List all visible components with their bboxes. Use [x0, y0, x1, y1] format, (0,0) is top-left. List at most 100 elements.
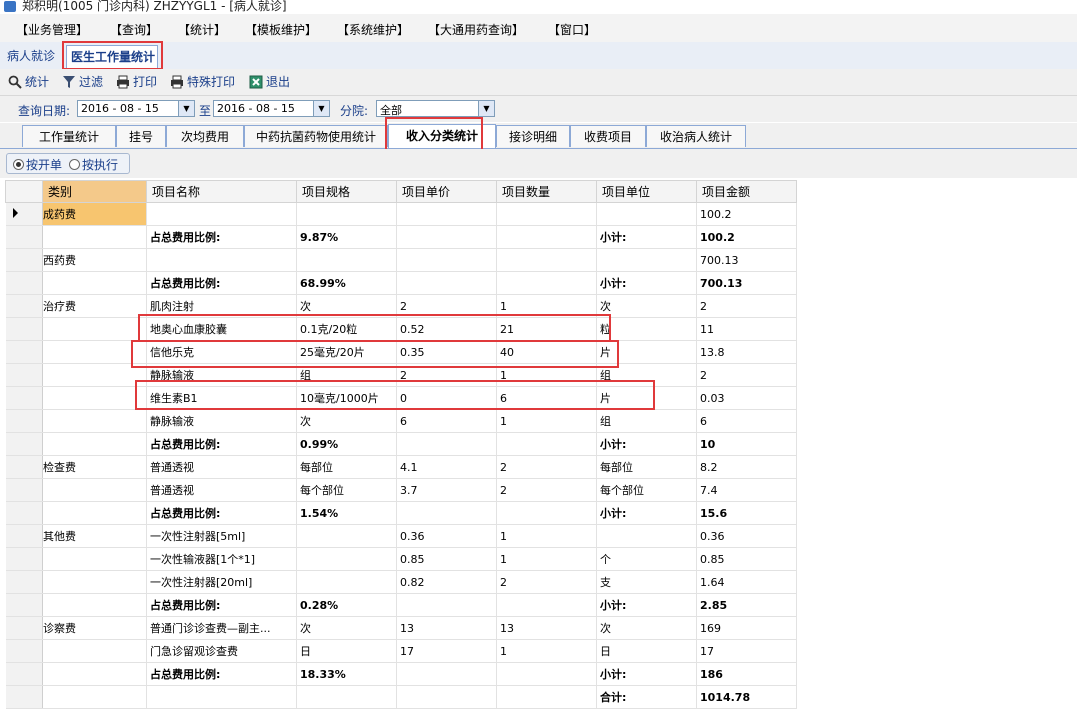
table-cell[interactable]: [296, 570, 397, 594]
column-header-item-name[interactable]: 项目名称: [146, 180, 297, 203]
table-cell[interactable]: 一次性输液器[1个*1]: [146, 547, 297, 571]
table-cell[interactable]: [596, 248, 697, 272]
column-header-category[interactable]: 类别: [42, 180, 147, 203]
table-cell[interactable]: 0.85: [696, 547, 797, 571]
table-row[interactable]: 占总费用比例: 0.28% 小计: 2.85: [5, 593, 797, 617]
tab-workload[interactable]: 工作量统计: [22, 125, 116, 147]
table-cell[interactable]: 100.2: [696, 202, 797, 226]
table-cell[interactable]: [396, 685, 497, 709]
row-selector[interactable]: [5, 363, 43, 387]
table-cell[interactable]: 10: [696, 432, 797, 456]
table-cell[interactable]: 100.2: [696, 225, 797, 249]
table-cell[interactable]: 占总费用比例:: [146, 662, 297, 686]
row-selector[interactable]: [5, 340, 43, 364]
table-cell[interactable]: 成药费: [42, 202, 147, 226]
tab-charge-items[interactable]: 收费项目: [570, 125, 646, 147]
table-cell[interactable]: 占总费用比例:: [146, 271, 297, 295]
table-cell[interactable]: [396, 202, 497, 226]
table-cell[interactable]: [42, 271, 147, 295]
table-cell[interactable]: 700.13: [696, 271, 797, 295]
table-cell[interactable]: 186: [696, 662, 797, 686]
table-cell[interactable]: 1: [496, 363, 597, 387]
table-cell[interactable]: 小计:: [596, 225, 697, 249]
special-print-button[interactable]: 特殊打印: [170, 73, 235, 91]
table-cell[interactable]: 次: [296, 409, 397, 433]
table-row[interactable]: 占总费用比例: 18.33% 小计: 186: [5, 662, 797, 686]
table-cell[interactable]: [42, 409, 147, 433]
row-selector[interactable]: [5, 685, 43, 709]
tab-admission-stats[interactable]: 收治病人统计: [646, 125, 746, 147]
menu-stats[interactable]: 【统计】: [178, 21, 226, 38]
table-row[interactable]: 普通透视 每个部位 3.7 2 每个部位 7.4: [5, 478, 797, 502]
tab-doctor-workload[interactable]: 医生工作量统计: [66, 45, 158, 68]
table-cell[interactable]: 0.52: [396, 317, 497, 341]
table-cell[interactable]: 一次性注射器[5ml]: [146, 524, 297, 548]
table-cell[interactable]: 每部位: [296, 455, 397, 479]
table-cell[interactable]: 11: [696, 317, 797, 341]
table-cell[interactable]: 3.7: [396, 478, 497, 502]
table-row[interactable]: 门急诊留观诊查费日 17 1 日 17: [5, 639, 797, 663]
table-cell[interactable]: 169: [696, 616, 797, 640]
tab-income-category[interactable]: 收入分类统计: [388, 124, 496, 148]
table-cell[interactable]: 占总费用比例:: [146, 432, 297, 456]
column-header-unit[interactable]: 项目单位: [596, 180, 697, 203]
table-cell[interactable]: 占总费用比例:: [146, 225, 297, 249]
table-cell[interactable]: 2: [496, 570, 597, 594]
row-selector[interactable]: [5, 455, 43, 479]
table-cell[interactable]: 8.2: [696, 455, 797, 479]
table-cell[interactable]: 0.36: [396, 524, 497, 548]
table-cell[interactable]: 18.33%: [296, 662, 397, 686]
column-header-unit-price[interactable]: 项目单价: [396, 180, 497, 203]
table-row[interactable]: 静脉输液次 6 1 组 6: [5, 409, 797, 433]
table-cell[interactable]: 占总费用比例:: [146, 593, 297, 617]
table-cell[interactable]: [42, 363, 147, 387]
table-cell[interactable]: 9.87%: [296, 225, 397, 249]
row-selector[interactable]: [5, 593, 43, 617]
menu-business[interactable]: 【业务管理】: [16, 21, 88, 38]
table-cell[interactable]: 一次性注射器[20ml]: [146, 570, 297, 594]
table-cell[interactable]: 占总费用比例:: [146, 501, 297, 525]
table-row[interactable]: 静脉输液组 2 1 组 2: [5, 363, 797, 387]
menu-window[interactable]: 【窗口】: [548, 21, 596, 38]
table-cell[interactable]: [146, 248, 297, 272]
table-cell[interactable]: [496, 432, 597, 456]
table-row[interactable]: 合计: 1014.78: [5, 685, 797, 709]
table-row[interactable]: 地奥心血康胶囊 0.1克/20粒 0.52 21 粒 11: [5, 317, 797, 341]
table-cell[interactable]: 信他乐克: [146, 340, 297, 364]
row-selector[interactable]: [5, 202, 43, 226]
table-cell[interactable]: [42, 432, 147, 456]
table-cell[interactable]: [496, 248, 597, 272]
row-selector[interactable]: [5, 478, 43, 502]
table-cell[interactable]: [396, 225, 497, 249]
chevron-down-icon[interactable]: ▼: [478, 101, 494, 116]
table-cell[interactable]: 7.4: [696, 478, 797, 502]
table-cell[interactable]: [496, 501, 597, 525]
table-cell[interactable]: 0.03: [696, 386, 797, 410]
table-cell[interactable]: [396, 248, 497, 272]
table-cell[interactable]: 次: [596, 294, 697, 318]
table-cell[interactable]: 维生素B1: [146, 386, 297, 410]
table-cell[interactable]: [296, 524, 397, 548]
table-row[interactable]: 占总费用比例: 0.99% 小计: 10: [5, 432, 797, 456]
table-cell[interactable]: 普通透视: [146, 455, 297, 479]
table-cell[interactable]: 次: [296, 616, 397, 640]
table-row[interactable]: 其他费 一次性注射器[5ml] 0.36 1 0.36: [5, 524, 797, 548]
table-cell[interactable]: 个: [596, 547, 697, 571]
print-button[interactable]: 打印: [116, 73, 157, 91]
table-cell[interactable]: 普通透视: [146, 478, 297, 502]
chevron-down-icon[interactable]: ▼: [313, 101, 329, 116]
table-cell[interactable]: 片: [596, 340, 697, 364]
table-cell[interactable]: 1: [496, 639, 597, 663]
row-selector[interactable]: [5, 248, 43, 272]
table-cell[interactable]: [42, 340, 147, 364]
table-cell[interactable]: 2: [696, 294, 797, 318]
table-cell[interactable]: 肌肉注射: [146, 294, 297, 318]
table-cell[interactable]: 6: [396, 409, 497, 433]
table-cell[interactable]: 2.85: [696, 593, 797, 617]
table-cell[interactable]: [42, 478, 147, 502]
table-cell[interactable]: [496, 271, 597, 295]
row-selector[interactable]: [5, 409, 43, 433]
table-cell[interactable]: 17: [396, 639, 497, 663]
table-cell[interactable]: [42, 639, 147, 663]
row-selector[interactable]: [5, 386, 43, 410]
